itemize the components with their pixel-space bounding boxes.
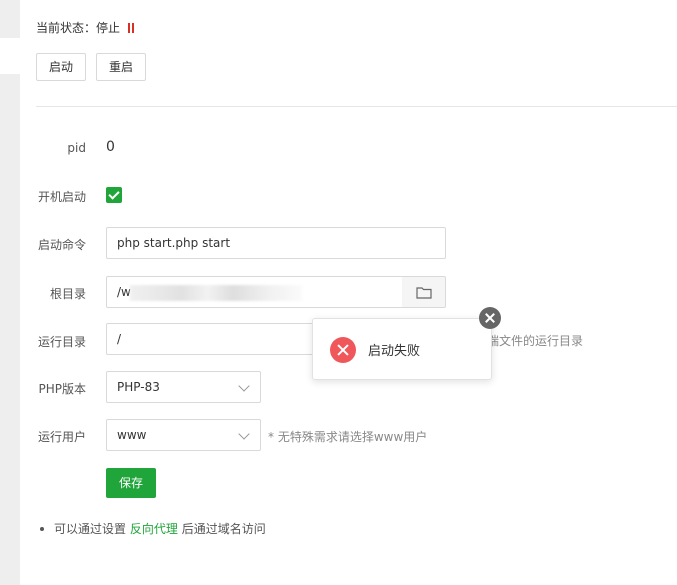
php-version-label: PHP版本 — [38, 382, 87, 396]
left-panel-notch — [0, 38, 20, 74]
run-user-label: 运行用户 — [37, 430, 86, 444]
folder-picker-button[interactable] — [402, 276, 446, 308]
toast-message: 启动失败 — [368, 344, 421, 359]
command-label: 启动命令 — [37, 238, 86, 252]
status-label: 当前状态： — [36, 21, 97, 35]
pid-value: 0 — [106, 139, 115, 155]
autostart-checkbox[interactable] — [106, 187, 122, 203]
left-panel-edge — [0, 0, 20, 585]
run-user-select[interactable]: www — [106, 419, 261, 451]
chevron-down-icon — [238, 428, 250, 440]
pid-label: pid — [67, 141, 86, 155]
reverse-proxy-link[interactable]: 反向代理 — [130, 522, 178, 536]
command-input[interactable]: php start.php start — [106, 227, 446, 259]
save-button[interactable]: 保存 — [106, 468, 156, 498]
status-value: 停止 — [96, 21, 121, 35]
start-button[interactable]: 启动 — [36, 53, 86, 81]
root-dir-label: 根目录 — [49, 287, 86, 301]
pause-icon — [127, 22, 136, 36]
note-prefix: 可以通过设置 — [54, 522, 127, 536]
bullet-icon — [40, 527, 44, 531]
run-user-value: www — [117, 428, 147, 442]
run-dir-label: 运行目录 — [37, 335, 86, 349]
php-version-value: PHP-83 — [117, 380, 160, 394]
restart-button[interactable]: 重启 — [96, 53, 146, 81]
php-version-select[interactable]: PHP-83 — [106, 371, 261, 403]
redacted-path — [130, 285, 302, 301]
close-icon[interactable] — [479, 307, 501, 329]
reverse-proxy-note: 可以通过设置 反向代理 后通过域名访问 — [40, 520, 266, 537]
folder-icon — [416, 287, 432, 299]
error-icon — [330, 337, 356, 363]
note-suffix: 后通过域名访问 — [181, 522, 266, 536]
status-line: 当前状态：停止 — [36, 19, 136, 36]
run-user-hint: * 无特殊需求请选择www用户 — [268, 430, 428, 444]
error-toast: 启动失败 — [312, 318, 492, 380]
autostart-label: 开机启动 — [37, 190, 86, 204]
divider — [36, 106, 677, 107]
run-dir-hint: 端文件的运行目录 — [487, 334, 584, 348]
chevron-down-icon — [238, 380, 250, 392]
